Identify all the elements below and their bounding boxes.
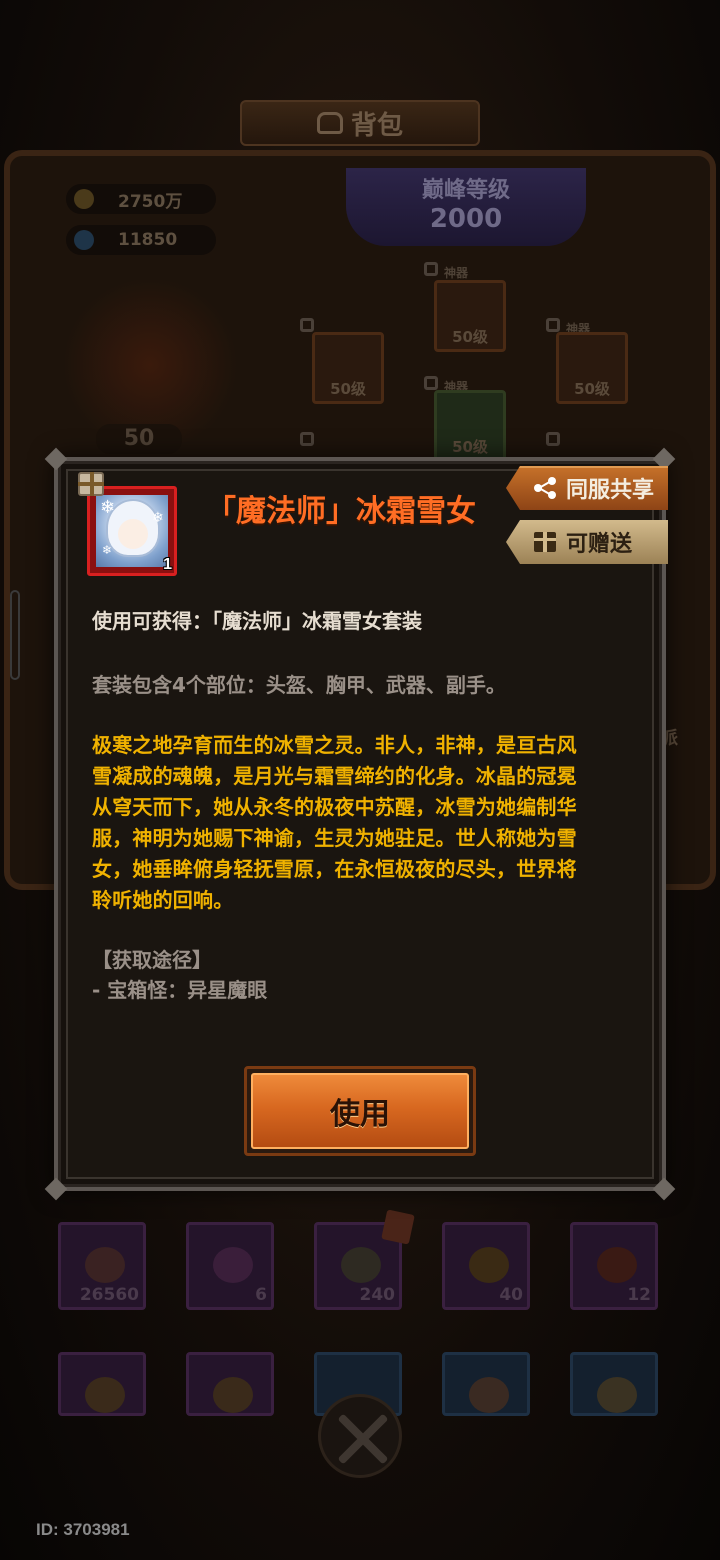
backpack-title-banner: 背包 <box>240 100 480 146</box>
use-button-label: 使用 <box>251 1073 469 1149</box>
equipment-slot: 50级 <box>312 332 384 404</box>
snowflake-icon: ❄ <box>152 510 164 526</box>
gem-counter: 11850 <box>66 225 216 255</box>
chest-icon <box>469 1377 509 1413</box>
snowflake-icon: ❄ <box>102 543 113 557</box>
lore-line: 女，她垂眸俯身轻抚雪原，在永恒极夜的尽头，世界将 <box>92 857 577 881</box>
lock-icon <box>300 432 314 446</box>
acquisition-heading: 【获取途径】 <box>92 948 212 972</box>
item-icon <box>85 1247 125 1283</box>
star-icon <box>213 1247 253 1283</box>
share-icon <box>534 477 556 499</box>
gold-coin-icon <box>74 189 94 209</box>
scroll-icon <box>213 1377 253 1413</box>
lore-line: 雪凝成的魂魄，是月光与霜雪缔约的化身。冰晶的冠冕 <box>92 764 577 788</box>
acquisition-source: - 宝箱怪：异星魔眼 <box>92 978 268 1002</box>
giftable-label: 可赠送 <box>566 532 633 557</box>
inventory-item[interactable] <box>58 1352 146 1416</box>
inventory-item[interactable]: 6 <box>186 1222 274 1310</box>
server-share-label: 同服共享 <box>566 478 655 503</box>
slot-level: 50级 <box>574 380 610 398</box>
item-icon <box>597 1377 637 1413</box>
equipment-slot: 50级 <box>556 332 628 404</box>
use-button[interactable]: 使用 <box>244 1066 476 1156</box>
backpack-title: 背包 <box>350 110 403 141</box>
item-title: 「魔法师」冰霜雪女 <box>206 494 476 529</box>
item-icon <box>469 1247 509 1283</box>
gift-icon <box>534 532 556 552</box>
peak-level-value: 2000 <box>429 204 503 234</box>
server-share-button[interactable]: 同服共享 <box>506 466 668 510</box>
set-parts-text: 套装包含4个部位：头盔、胸甲、武器、副手。 <box>92 673 506 697</box>
item-icon <box>597 1247 637 1283</box>
player-id: ID: 3703981 <box>36 1520 130 1539</box>
ice-snow-maiden-portrait-icon: ❄ ❄ ❄ <box>96 495 168 567</box>
inventory-item[interactable]: 40 <box>442 1222 530 1310</box>
item-icon <box>341 1247 381 1283</box>
slot-tag: 神器 <box>444 266 469 280</box>
equipment-slot: 50级 <box>434 280 506 352</box>
gem-icon <box>74 230 94 250</box>
giftable-button[interactable]: 可赠送 <box>506 520 668 564</box>
gem-amount: 11850 <box>118 230 178 250</box>
item-count: 6 <box>255 1285 267 1305</box>
inventory-item[interactable] <box>570 1352 658 1416</box>
lock-icon <box>546 432 560 446</box>
inventory-item[interactable] <box>442 1352 530 1416</box>
inventory-item[interactable]: 12 <box>570 1222 658 1310</box>
item-icon-frame: ❄ ❄ ❄ 1 <box>87 486 177 576</box>
item-count: 26560 <box>79 1285 139 1305</box>
item-quantity: 1 <box>163 556 172 573</box>
inventory-item[interactable] <box>186 1352 274 1416</box>
backpack-icon <box>316 112 343 134</box>
lock-icon <box>424 262 438 276</box>
hero-level: 50 <box>96 424 182 454</box>
equipment-slot: 50级 <box>434 390 506 462</box>
inventory-item[interactable]: 26560 <box>58 1222 146 1310</box>
peak-level-banner: 巅峰等级 2000 <box>346 168 586 246</box>
snowflake-icon: ❄ <box>100 497 116 518</box>
slot-level: 50级 <box>452 438 488 456</box>
giftable-gift-icon <box>78 472 104 496</box>
lore-line: 聆听她的回响。 <box>92 888 234 912</box>
compass-icon <box>85 1377 125 1413</box>
side-handle <box>10 590 20 680</box>
lock-icon <box>300 318 314 332</box>
lore-description: 极寒之地孕育而生的冰雪之灵。非人，非神，是亘古风 雪凝成的魂魄，是月光与霜雪缔约… <box>92 730 628 916</box>
lore-line: 极寒之地孕育而生的冰雪之灵。非人，非神，是亘古风 <box>92 733 577 757</box>
item-count: 240 <box>359 1285 396 1305</box>
slot-level: 50级 <box>452 328 488 346</box>
lore-line: 服，神明为她赐下神谕，生灵为她驻足。世人称她为雪 <box>92 826 577 850</box>
portrait-face <box>118 519 148 549</box>
slot-level: 50级 <box>330 380 366 398</box>
close-button[interactable] <box>318 1394 402 1478</box>
lock-icon <box>546 318 560 332</box>
peak-level-label: 巅峰等级 <box>421 178 510 203</box>
item-count: 12 <box>627 1285 651 1305</box>
use-reward-text: 使用可获得：「魔法师」冰霜雪女套装 <box>92 609 422 633</box>
item-count: 40 <box>499 1285 523 1305</box>
gold-counter: 2750万 <box>66 184 216 214</box>
gold-amount: 2750万 <box>118 191 183 212</box>
lock-icon <box>424 376 438 390</box>
lore-line: 从穹天而下，她从永冬的极夜中苏醒，冰雪为她编制华 <box>92 795 577 819</box>
